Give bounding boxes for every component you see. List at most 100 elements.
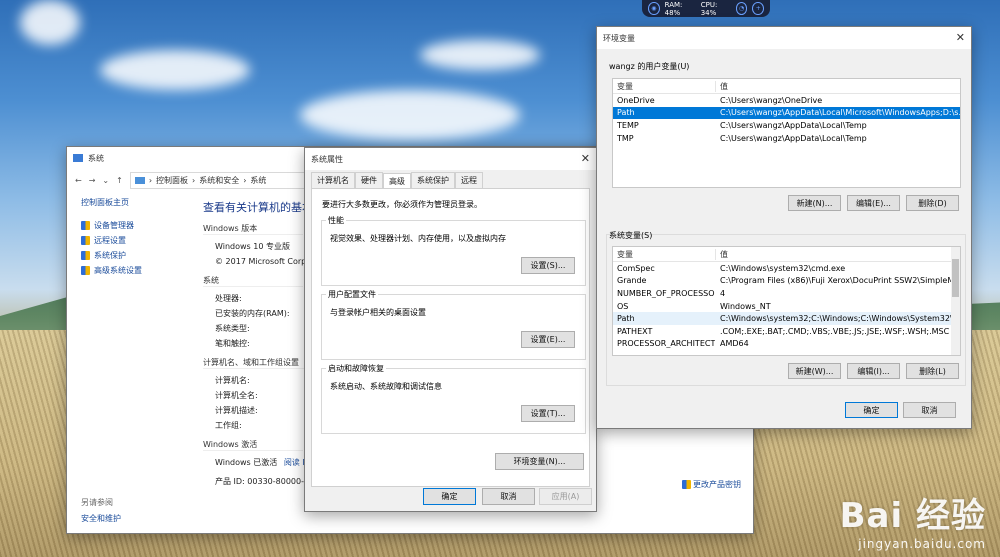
device-manager-label: 设备管理器 — [94, 221, 134, 230]
list-item-selected[interactable]: Path C:\Users\wangz\AppData\Local\Microso… — [613, 106, 960, 120]
list-item[interactable]: TEMP C:\Users\wangz\AppData\Local\Temp — [613, 119, 960, 132]
back-icon[interactable]: ← — [75, 176, 82, 185]
close-icon[interactable]: ✕ — [956, 31, 965, 44]
breadcrumb-control-panel[interactable]: 控制面板 — [156, 175, 188, 186]
system-vars-list[interactable]: 变量 值 ComSpec C:\Windows\system32\cmd.exe … — [612, 246, 961, 356]
tab-system-protection[interactable]: 系统保护 — [411, 172, 455, 188]
props-title: 系统属性 — [311, 154, 343, 164]
user-delete-button[interactable]: 删除(D) — [906, 195, 959, 211]
close-icon[interactable]: ✕ — [581, 152, 590, 165]
remote-settings-label: 远程设置 — [94, 236, 126, 245]
startup-settings-button[interactable]: 设置(T)... — [521, 405, 575, 422]
var-name: PROCESSOR_ARCHITECT... — [617, 339, 715, 349]
var-name: TEMP — [617, 120, 639, 130]
list-item[interactable]: NUMBER_OF_PROCESSORS 4 — [613, 287, 960, 300]
system-edit-button[interactable]: 编辑(I)... — [847, 363, 900, 379]
props-ok-button[interactable]: 确定 — [423, 488, 476, 505]
var-value: C:\Windows\system32;C:\Windows;C:\Window… — [720, 314, 960, 324]
user-profiles-desc: 与登录帐户相关的桌面设置 — [330, 308, 426, 317]
user-edit-button[interactable]: 编辑(E)... — [847, 195, 900, 211]
user-profiles-group: 用户配置文件 与登录帐户相关的桌面设置 设置(E)... — [321, 289, 586, 360]
list-item[interactable]: PATHEXT .COM;.EXE;.BAT;.CMD;.VBS;.VBE;.JS… — [613, 325, 960, 338]
plus-icon[interactable]: + — [752, 2, 765, 15]
props-cancel-button[interactable]: 取消 — [482, 488, 535, 505]
user-vars-label: wangz 的用户变量(U) — [609, 62, 690, 71]
env-titlebar: 环境变量 ✕ — [597, 27, 971, 49]
tab-computer-name[interactable]: 计算机名 — [311, 172, 355, 188]
shield-icon — [81, 266, 90, 275]
cpu-readout: CPU: 34% — [700, 0, 718, 17]
startup-recovery-group: 启动和故障恢复 系统启动、系统故障和调试信息 设置(T)... — [321, 363, 586, 434]
col-value[interactable]: 值 — [715, 248, 960, 260]
watermark-url: jingyan.baidu.com — [858, 537, 986, 551]
performance-settings-button[interactable]: 设置(S)... — [521, 257, 575, 274]
control-panel-home-link[interactable]: 控制面板主页 — [81, 197, 201, 208]
speed-icon[interactable]: ◔ — [735, 2, 748, 15]
breadcrumb-sep-icon: › — [243, 175, 247, 185]
tab-hardware[interactable]: 硬件 — [355, 172, 383, 188]
env-cancel-button[interactable]: 取消 — [903, 402, 956, 418]
baidu-watermark: Bai 经验 jingyan.baidu.com — [840, 488, 986, 551]
user-vars-list[interactable]: 变量 值 OneDrive C:\Users\wangz\OneDrive Pat… — [612, 78, 961, 188]
security-maintenance-link[interactable]: 安全和维护 — [81, 513, 121, 524]
env-ok-button[interactable]: 确定 — [845, 402, 898, 418]
col-value[interactable]: 值 — [715, 80, 960, 92]
address-bar[interactable]: › 控制面板 › 系统和安全 › 系统 — [129, 171, 330, 189]
list-item[interactable]: ComSpec C:\Windows\system32\cmd.exe — [613, 262, 960, 275]
var-name: ComSpec — [617, 263, 655, 273]
var-value: 4 — [720, 288, 726, 298]
user-profiles-settings-button[interactable]: 设置(E)... — [521, 331, 575, 348]
tab-remote[interactable]: 远程 — [455, 172, 483, 188]
system-new-button[interactable]: 新建(W)... — [788, 363, 841, 379]
var-value: C:\Program Files (x86)\Fuji Xerox\DocuPr… — [720, 276, 960, 286]
forward-icon[interactable]: → — [89, 176, 96, 185]
user-profiles-title: 用户配置文件 — [326, 289, 378, 300]
list-item[interactable]: OS Windows_NT — [613, 300, 960, 313]
gauge-icon: ◉ — [648, 2, 660, 15]
advanced-tab-panel: 要进行大多数更改，你必须作为管理员登录。 性能 视觉效果、处理器计划、内存使用，… — [311, 188, 590, 487]
col-variable[interactable]: 变量 — [613, 249, 715, 260]
device-manager-link[interactable]: 设备管理器 — [81, 218, 201, 233]
var-name: NUMBER_OF_PROCESSORS — [617, 288, 715, 298]
startup-recovery-desc: 系统启动、系统故障和调试信息 — [330, 382, 442, 391]
col-variable[interactable]: 变量 — [613, 81, 715, 92]
remote-settings-link[interactable]: 远程设置 — [81, 233, 201, 248]
edition-header: Windows 版本 — [203, 223, 303, 235]
var-name: TMP — [617, 133, 634, 143]
system-protection-link[interactable]: 系统保护 — [81, 248, 201, 263]
var-value: C:\Windows\system32\cmd.exe — [720, 263, 846, 273]
activated-text: Windows 已激活 — [215, 458, 278, 467]
list-item[interactable]: TMP C:\Users\wangz\AppData\Local\Temp — [613, 132, 960, 145]
breadcrumb-system[interactable]: 系统 — [250, 175, 266, 186]
shield-icon — [682, 480, 691, 489]
props-apply-button[interactable]: 应用(A) — [539, 488, 592, 505]
list-item[interactable]: PROCESSOR_ARCHITECT... AMD64 — [613, 338, 960, 351]
change-product-key-link[interactable]: 更改产品密钥 — [682, 479, 741, 490]
see-also-label: 另请参阅 — [81, 498, 113, 507]
list-item-hovered[interactable]: Path C:\Windows\system32;C:\Windows;C:\Wi… — [613, 312, 960, 325]
system-header: 系统 — [203, 275, 303, 287]
computer-icon — [134, 176, 145, 184]
environment-variables-button[interactable]: 环境变量(N)... — [495, 453, 584, 470]
system-vars-scrollbar[interactable] — [951, 247, 960, 355]
performance-title: 性能 — [326, 215, 346, 226]
breadcrumb-security[interactable]: 系统和安全 — [199, 175, 239, 186]
scrollbar-thumb[interactable] — [952, 259, 959, 297]
recent-dropdown-icon[interactable]: ⌄ — [102, 176, 109, 185]
var-name: Grande — [617, 276, 647, 286]
performance-desc: 视觉效果、处理器计划、内存使用，以及虚拟内存 — [330, 234, 506, 243]
var-name: OneDrive — [617, 95, 655, 105]
var-name: Path — [617, 108, 635, 118]
advanced-settings-label: 高级系统设置 — [94, 266, 142, 275]
system-window-title: 系统 — [88, 153, 104, 163]
up-icon[interactable]: ↑ — [116, 176, 123, 185]
breadcrumb-sep-icon: › — [192, 175, 196, 185]
var-value: C:\Users\wangz\OneDrive — [720, 95, 823, 105]
startup-recovery-title: 启动和故障恢复 — [326, 363, 386, 374]
user-new-button[interactable]: 新建(N)... — [788, 195, 841, 211]
system-delete-button[interactable]: 删除(L) — [906, 363, 959, 379]
list-item[interactable]: Grande C:\Program Files (x86)\Fuji Xerox\… — [613, 275, 960, 288]
list-item[interactable]: OneDrive C:\Users\wangz\OneDrive — [613, 94, 960, 107]
advanced-settings-link[interactable]: 高级系统设置 — [81, 263, 201, 278]
tab-advanced[interactable]: 高级 — [383, 173, 411, 189]
